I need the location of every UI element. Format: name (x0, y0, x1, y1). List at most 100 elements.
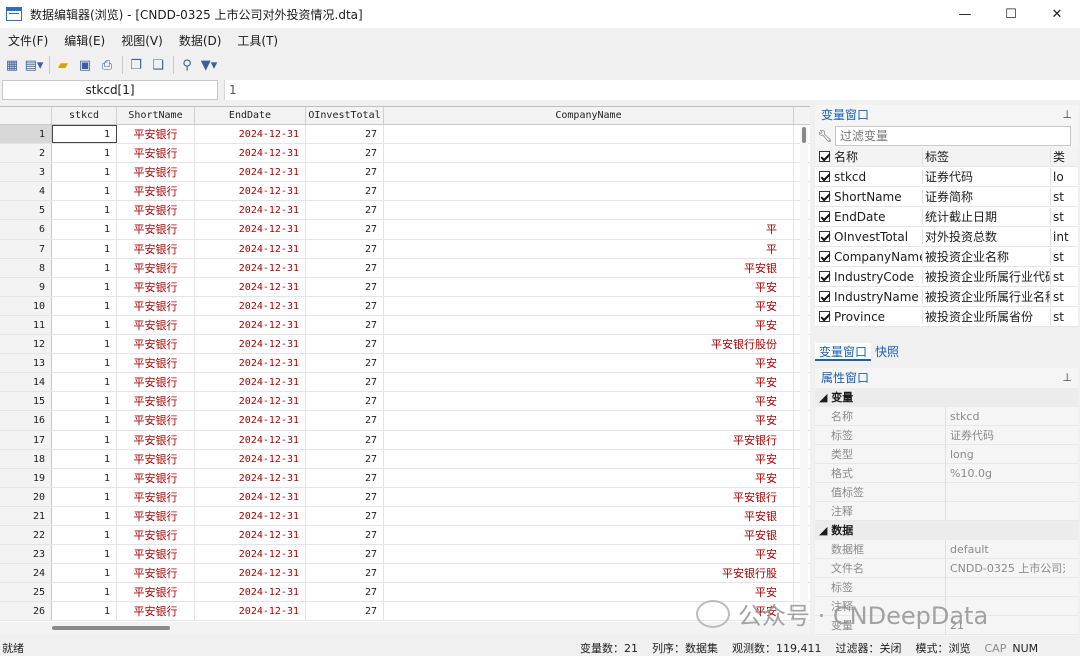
cell-shortname[interactable]: 平安银行 (117, 354, 195, 373)
property-section-header[interactable]: ◢ 变量 (815, 388, 1078, 407)
row-number[interactable]: 15 (0, 392, 52, 411)
table-row[interactable]: 25 1 平安银行 2024-12-31 27 平安 (0, 583, 810, 603)
row-number[interactable]: 25 (0, 583, 52, 602)
row-number[interactable]: 5 (0, 201, 52, 220)
table-row[interactable]: 6 1 平安银行 2024-12-31 27 平 (0, 220, 810, 240)
print-icon[interactable]: ⎙ (97, 55, 117, 75)
row-number[interactable]: 10 (0, 296, 52, 315)
table-row[interactable]: 22 1 平安银行 2024-12-31 27 平安银 (0, 525, 810, 546)
tab-snapshot[interactable]: 快照 (871, 343, 903, 361)
cell-enddate[interactable]: 2024-12-31 (195, 125, 306, 144)
cell-enddate[interactable]: 2024-12-31 (195, 449, 306, 468)
cell-shortname[interactable]: 平安银行 (117, 144, 195, 163)
table-row[interactable]: 12 1 平安银行 2024-12-31 27 平安银行股份 (0, 335, 810, 355)
table-row[interactable]: 5 1 平安银行 2024-12-31 27 (0, 201, 810, 221)
table-row[interactable]: 13 1 平安银行 2024-12-31 27 平安 (0, 354, 810, 374)
cell-enddate[interactable]: 2024-12-31 (195, 525, 306, 545)
cell-enddate[interactable]: 2024-12-31 (195, 583, 306, 602)
cell-enddate[interactable]: 2024-12-31 (195, 220, 306, 239)
cell-shortname[interactable]: 平安银行 (117, 125, 195, 144)
cell-shortname[interactable]: 平安银行 (117, 258, 195, 277)
cell-oinvesttotal[interactable]: 27 (306, 525, 384, 545)
cell-enddate[interactable]: 2024-12-31 (195, 411, 306, 430)
cell-oinvesttotal[interactable]: 27 (306, 602, 384, 621)
cell-oinvesttotal[interactable]: 27 (306, 296, 384, 315)
cell-enddate[interactable]: 2024-12-31 (195, 296, 306, 315)
row-number[interactable]: 17 (0, 430, 52, 449)
cell-enddate[interactable]: 2024-12-31 (195, 163, 306, 182)
row-number[interactable]: 19 (0, 468, 52, 487)
cell-stkcd[interactable]: 1 (52, 602, 117, 621)
row-number[interactable]: 13 (0, 354, 52, 373)
table-row[interactable]: 15 1 平安银行 2024-12-31 27 平安 (0, 392, 810, 412)
cell-oinvesttotal[interactable]: 27 (306, 258, 384, 277)
cell-shortname[interactable]: 平安银行 (117, 583, 195, 602)
row-number[interactable]: 14 (0, 373, 52, 392)
row-number[interactable]: 9 (0, 277, 52, 296)
cell-stkcd[interactable]: 1 (52, 144, 117, 163)
variable-row[interactable]: EndDate 统计截止日期 st (815, 207, 1078, 227)
property-section-header[interactable]: ◢ 数据 (815, 521, 1078, 540)
property-value[interactable]: long (945, 444, 1065, 464)
table-row[interactable]: 17 1 平安银行 2024-12-31 27 平安银行 (0, 430, 810, 450)
cell-stkcd[interactable]: 1 (52, 315, 117, 335)
cell-companyname[interactable] (384, 201, 794, 220)
property-value[interactable]: 证券代码 (945, 425, 1065, 445)
cell-oinvesttotal[interactable]: 27 (306, 315, 384, 335)
table-row[interactable]: 24 1 平安银行 2024-12-31 27 平安银行股 (0, 564, 810, 584)
vertical-scrollbar[interactable] (800, 125, 808, 622)
cell-oinvesttotal[interactable]: 27 (306, 449, 384, 468)
cell-enddate[interactable]: 2024-12-31 (195, 239, 306, 258)
property-row[interactable]: 注释 (815, 501, 1078, 521)
cell-shortname[interactable]: 平安银行 (117, 525, 195, 545)
cell-companyname[interactable]: 平安 (384, 354, 794, 373)
cell-stkcd[interactable]: 1 (52, 449, 117, 468)
variable-checkbox[interactable] (819, 251, 830, 262)
cell-shortname[interactable]: 平安银行 (117, 468, 195, 487)
cell-shortname[interactable]: 平安银行 (117, 487, 195, 506)
cell-companyname[interactable] (384, 182, 794, 201)
row-number[interactable]: 18 (0, 449, 52, 468)
property-row[interactable]: 文件名 CNDD-0325 上市公司对 (815, 558, 1078, 578)
variable-row[interactable]: IndustryName 被投资企业所属行业名称 st (815, 287, 1078, 307)
header-type[interactable]: 类 (1051, 148, 1069, 165)
column-header-shortname[interactable]: ShortName (117, 107, 195, 124)
cell-companyname[interactable]: 平安 (384, 277, 794, 296)
variable-checkbox[interactable] (819, 211, 830, 222)
variable-checkbox[interactable] (819, 191, 830, 202)
cell-companyname[interactable]: 平安银行 (384, 430, 794, 449)
cell-stkcd[interactable]: 1 (52, 545, 117, 564)
cell-shortname[interactable]: 平安银行 (117, 182, 195, 201)
cell-oinvesttotal[interactable]: 27 (306, 239, 384, 258)
table-row[interactable]: 10 1 平安银行 2024-12-31 27 平安 (0, 296, 810, 316)
cell-companyname[interactable]: 平安银 (384, 506, 794, 525)
cell-reference[interactable]: stkcd[1] (2, 80, 218, 100)
cell-oinvesttotal[interactable]: 27 (306, 335, 384, 354)
cell-stkcd[interactable]: 1 (52, 201, 117, 220)
cell-oinvesttotal[interactable]: 27 (306, 373, 384, 392)
cell-enddate[interactable]: 2024-12-31 (195, 430, 306, 449)
header-name[interactable]: 名称 (834, 148, 923, 165)
cell-stkcd[interactable]: 1 (52, 430, 117, 449)
property-row[interactable]: 数据框 default (815, 539, 1078, 559)
row-number[interactable]: 4 (0, 182, 52, 201)
table-row[interactable]: 23 1 平安银行 2024-12-31 27 平安 (0, 545, 810, 565)
property-value[interactable]: %10.0g (945, 463, 1065, 483)
cell-stkcd[interactable]: 1 (52, 487, 117, 506)
row-number[interactable]: 6 (0, 220, 52, 239)
variable-checkbox[interactable] (819, 231, 830, 242)
table-row[interactable]: 1 1 平安银行 2024-12-31 27 (0, 125, 810, 145)
cell-enddate[interactable]: 2024-12-31 (195, 258, 306, 277)
cell-shortname[interactable]: 平安银行 (117, 201, 195, 220)
table-row[interactable]: 26 1 平安银行 2024-12-31 27 平安 (0, 602, 810, 622)
maximize-button[interactable]: ☐ (988, 0, 1034, 28)
table-row[interactable]: 20 1 平安银行 2024-12-31 27 平安银行 (0, 487, 810, 507)
cell-companyname[interactable]: 平安 (384, 468, 794, 487)
minimize-button[interactable]: — (942, 0, 988, 28)
menu-file[interactable]: 文件(F) (0, 32, 56, 49)
save-icon[interactable]: ▣ (75, 55, 95, 75)
cell-enddate[interactable]: 2024-12-31 (195, 487, 306, 506)
menu-tools[interactable]: 工具(T) (229, 32, 286, 49)
row-number[interactable]: 11 (0, 315, 52, 335)
table-row[interactable]: 3 1 平安银行 2024-12-31 27 (0, 163, 810, 183)
